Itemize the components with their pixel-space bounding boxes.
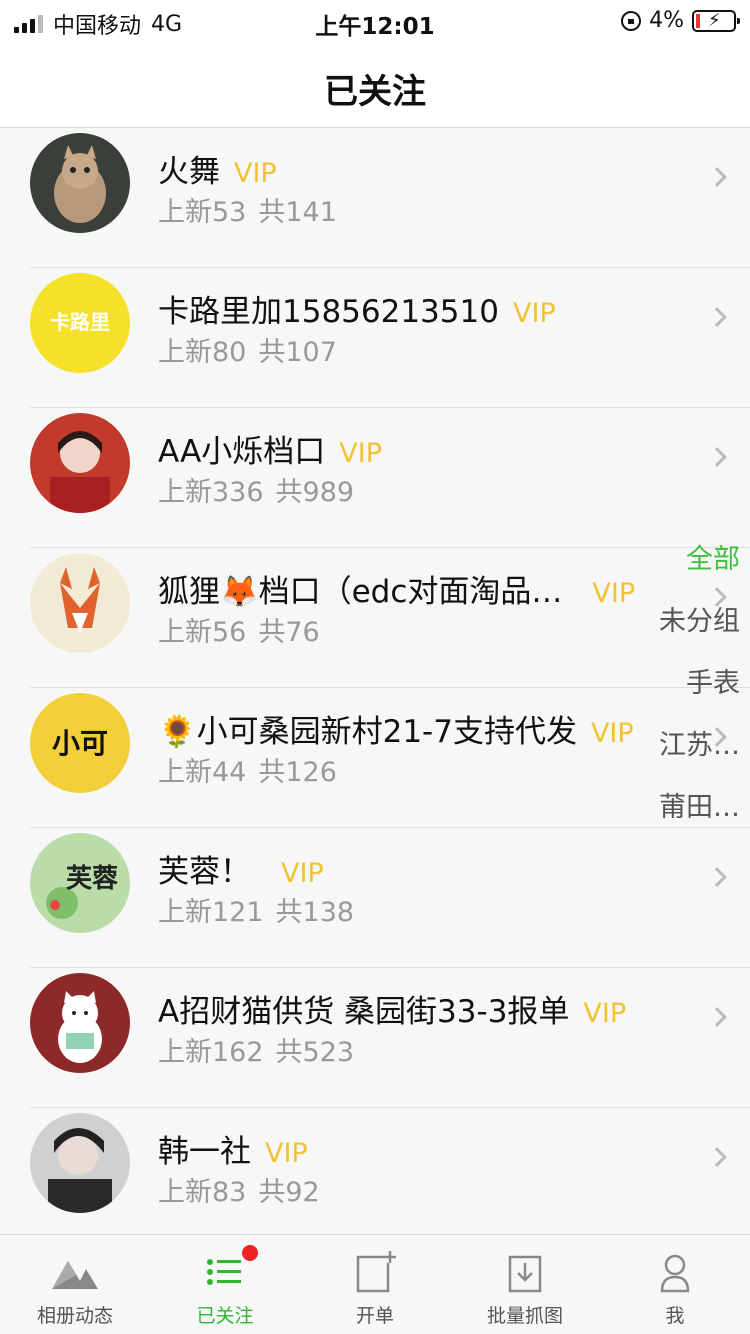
- group-index: 全部 未分组 手表 江苏… 莆田…: [630, 540, 740, 850]
- tab-batch-capture[interactable]: 批量抓图: [450, 1235, 600, 1334]
- total-count: 共138: [275, 897, 355, 928]
- vip-badge: VIP: [281, 858, 324, 889]
- new-order-icon: [356, 1251, 396, 1293]
- total-count: 共107: [258, 337, 337, 368]
- user-icon: [660, 1254, 690, 1293]
- new-count: 上新44: [158, 757, 247, 788]
- tab-label: 批量抓图: [486, 1305, 563, 1327]
- avatar: [30, 553, 130, 653]
- store-name-text: 卡路里加15856213510: [158, 294, 499, 330]
- store-stats: 上新83 共92: [158, 1170, 320, 1209]
- download-icon: [508, 1255, 542, 1293]
- vip-badge: VIP: [339, 438, 382, 469]
- total-count: 共126: [258, 757, 337, 788]
- store-name: 🌻小可桑园新村21-7支持代发 VIP: [158, 706, 634, 751]
- status-right: 4% ⚡: [621, 8, 740, 33]
- tab-bar: 相册动态 已关注 开单 批量抓图 我: [0, 1234, 750, 1334]
- new-count: 上新53: [158, 197, 247, 228]
- store-stats: 上新44 共126: [158, 750, 337, 789]
- rotation-lock-icon: [621, 10, 642, 31]
- chevron-right-icon: [707, 307, 727, 327]
- vip-badge: VIP: [590, 718, 634, 749]
- store-name-text: 火舞: [158, 154, 220, 190]
- store-name-text: 狐狸🦊档口（edc对面淘品…: [158, 574, 563, 610]
- avatar-text: 卡路里: [50, 310, 110, 334]
- new-count: 上新80: [158, 337, 247, 368]
- store-name: 芙蓉！ VIP: [158, 846, 324, 891]
- vip-badge: VIP: [512, 298, 556, 329]
- chevron-right-icon: [707, 447, 727, 467]
- page-title: 已关注: [324, 72, 426, 112]
- store-name: 卡路里加15856213510 VIP: [158, 286, 556, 331]
- store-stats: 上新162 共523: [158, 1030, 354, 1069]
- group-jiangsu[interactable]: 江苏…: [630, 726, 740, 788]
- new-count: 上新121: [158, 897, 264, 928]
- store-name-text: A招财猫供货 桑园街33-3报单: [158, 994, 570, 1030]
- store-name: A招财猫供货 桑园街33-3报单 VIP: [158, 986, 626, 1031]
- total-count: 共76: [258, 617, 320, 648]
- tab-label: 开单: [355, 1305, 394, 1327]
- avatar: 小可: [30, 693, 130, 793]
- avatar-text: 芙蓉: [66, 864, 118, 894]
- store-name: 韩一社 VIP: [158, 1126, 308, 1171]
- store-name: AA小烁档口 VIP: [158, 426, 382, 471]
- store-name-text: 🌻小可桑园新村21-7支持代发: [158, 714, 577, 750]
- store-row[interactable]: 火舞 VIP 上新53 共141: [0, 128, 750, 268]
- store-stats: 上新336 共989: [158, 470, 354, 509]
- total-count: 共141: [258, 197, 337, 228]
- chevron-right-icon: [707, 867, 727, 887]
- total-count: 共523: [275, 1037, 355, 1068]
- avatar: [30, 1113, 130, 1213]
- avatar: 卡路里: [30, 273, 130, 373]
- store-name-text: AA小烁档口: [158, 434, 326, 470]
- group-watch[interactable]: 手表: [630, 664, 740, 726]
- chevron-right-icon: [707, 1147, 727, 1167]
- group-putian[interactable]: 莆田…: [630, 788, 740, 850]
- store-row[interactable]: AA小烁档口 VIP 上新336 共989: [0, 408, 750, 548]
- store-row[interactable]: 韩一社 VIP 上新83 共92: [0, 1108, 750, 1234]
- tab-followed[interactable]: 已关注: [150, 1235, 300, 1334]
- tab-new-order[interactable]: 开单: [300, 1235, 450, 1334]
- store-stats: 上新121 共138: [158, 890, 354, 929]
- total-count: 共92: [258, 1177, 320, 1208]
- vip-badge: VIP: [234, 158, 277, 189]
- store-name: 火舞 VIP: [158, 146, 277, 191]
- avatar: [30, 413, 130, 513]
- store-stats: 上新56 共76: [158, 610, 320, 649]
- avatar-text: 小可: [52, 727, 108, 760]
- avatar: [30, 973, 130, 1073]
- vip-badge: VIP: [592, 578, 636, 609]
- chevron-right-icon: [707, 167, 727, 187]
- vip-badge: VIP: [583, 998, 627, 1029]
- store-stats: 上新53 共141: [158, 190, 337, 229]
- tab-me[interactable]: 我: [600, 1235, 750, 1334]
- chevron-right-icon: [707, 1007, 727, 1027]
- battery-icon: ⚡: [692, 9, 740, 32]
- store-name: 狐狸🦊档口（edc对面淘品… VIP: [158, 566, 635, 611]
- mountain-icon: [52, 1261, 98, 1289]
- avatar: [30, 133, 130, 233]
- new-count: 上新56: [158, 617, 247, 648]
- group-ungrouped[interactable]: 未分组: [630, 602, 740, 664]
- tab-label: 相册动态: [36, 1305, 113, 1327]
- store-name-text: 韩一社: [158, 1134, 251, 1170]
- notification-dot: [242, 1245, 258, 1261]
- new-count: 上新83: [158, 1177, 247, 1208]
- group-all[interactable]: 全部: [630, 540, 740, 602]
- tab-label: 已关注: [196, 1305, 254, 1327]
- status-bar: 中国移动 4G 上午12:01 4% ⚡: [0, 0, 750, 40]
- tab-album-feed[interactable]: 相册动态: [0, 1235, 150, 1334]
- new-count: 上新336: [158, 477, 264, 508]
- total-count: 共989: [275, 477, 355, 508]
- tab-label: 我: [665, 1305, 685, 1327]
- new-count: 上新162: [158, 1037, 264, 1068]
- store-name-text: 芙蓉！: [158, 854, 251, 890]
- store-row[interactable]: A招财猫供货 桑园街33-3报单 VIP 上新162 共523: [0, 968, 750, 1108]
- vip-badge: VIP: [265, 1138, 308, 1169]
- battery-percent: 4%: [649, 8, 684, 33]
- store-stats: 上新80 共107: [158, 330, 337, 369]
- store-row[interactable]: 卡路里 卡路里加15856213510 VIP 上新80 共107: [0, 268, 750, 408]
- avatar: 芙蓉: [30, 833, 130, 933]
- nav-bar: 已关注: [0, 40, 750, 128]
